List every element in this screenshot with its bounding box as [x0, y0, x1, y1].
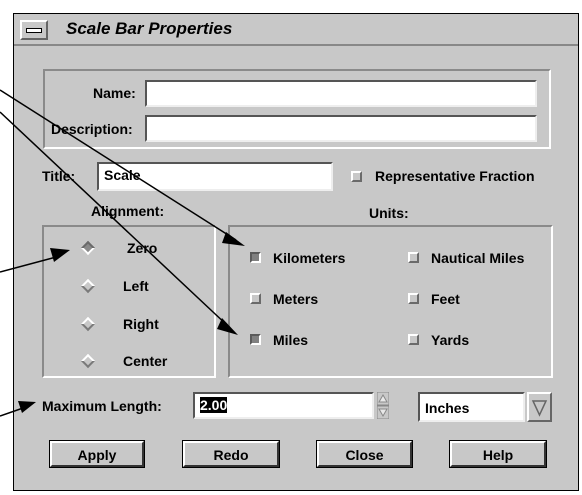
unit-miles-label: Miles [273, 332, 309, 348]
maximum-length-value: 2.00 [200, 397, 228, 413]
unit-yards-checkbox[interactable] [408, 334, 419, 345]
alignment-zero-label: Zero [127, 240, 158, 256]
representative-fraction-checkbox[interactable] [351, 171, 362, 182]
spin-arrows-icon [376, 391, 390, 420]
name-input[interactable] [145, 80, 537, 107]
name-label: Name: [93, 85, 136, 101]
alignment-right-label: Right [123, 316, 159, 332]
unit-kilometers-checkbox[interactable] [250, 252, 261, 263]
title-label: Title: [42, 168, 76, 184]
alignment-left-label: Left [123, 278, 149, 294]
alignment-label: Alignment: [91, 203, 165, 219]
length-unit-select[interactable]: Inches [418, 392, 525, 422]
help-button[interactable]: Help [449, 440, 547, 468]
representative-fraction-label: Representative Fraction [375, 168, 535, 184]
window-title: Scale Bar Properties [66, 19, 233, 38]
alignment-center-label: Center [123, 353, 168, 369]
unit-meters-checkbox[interactable] [250, 293, 261, 304]
unit-miles-checkbox[interactable] [250, 334, 261, 345]
close-button[interactable]: Close [316, 440, 413, 468]
units-label: Units: [369, 205, 409, 221]
apply-button[interactable]: Apply [49, 440, 145, 468]
maximum-length-label: Maximum Length: [42, 398, 162, 414]
redo-button[interactable]: Redo [182, 440, 280, 468]
maximum-length-spinner[interactable] [376, 391, 390, 420]
chevron-down-icon [531, 400, 548, 417]
length-unit-dropdown-button[interactable] [527, 392, 552, 422]
unit-yards-label: Yards [431, 332, 470, 348]
title-input[interactable]: Scale [97, 162, 333, 191]
unit-feet-label: Feet [431, 291, 460, 307]
unit-feet-checkbox[interactable] [408, 293, 419, 304]
maximum-length-input[interactable]: 2.00 [193, 392, 374, 419]
window-menu-icon [26, 28, 42, 33]
unit-kilometers-label: Kilometers [273, 250, 346, 266]
description-input[interactable] [145, 115, 537, 142]
unit-nautical-miles-label: Nautical Miles [431, 250, 525, 266]
unit-nautical-miles-checkbox[interactable] [408, 252, 419, 263]
window-menu-button[interactable] [20, 20, 48, 40]
unit-meters-label: Meters [273, 291, 319, 307]
description-label: Description: [51, 121, 133, 137]
